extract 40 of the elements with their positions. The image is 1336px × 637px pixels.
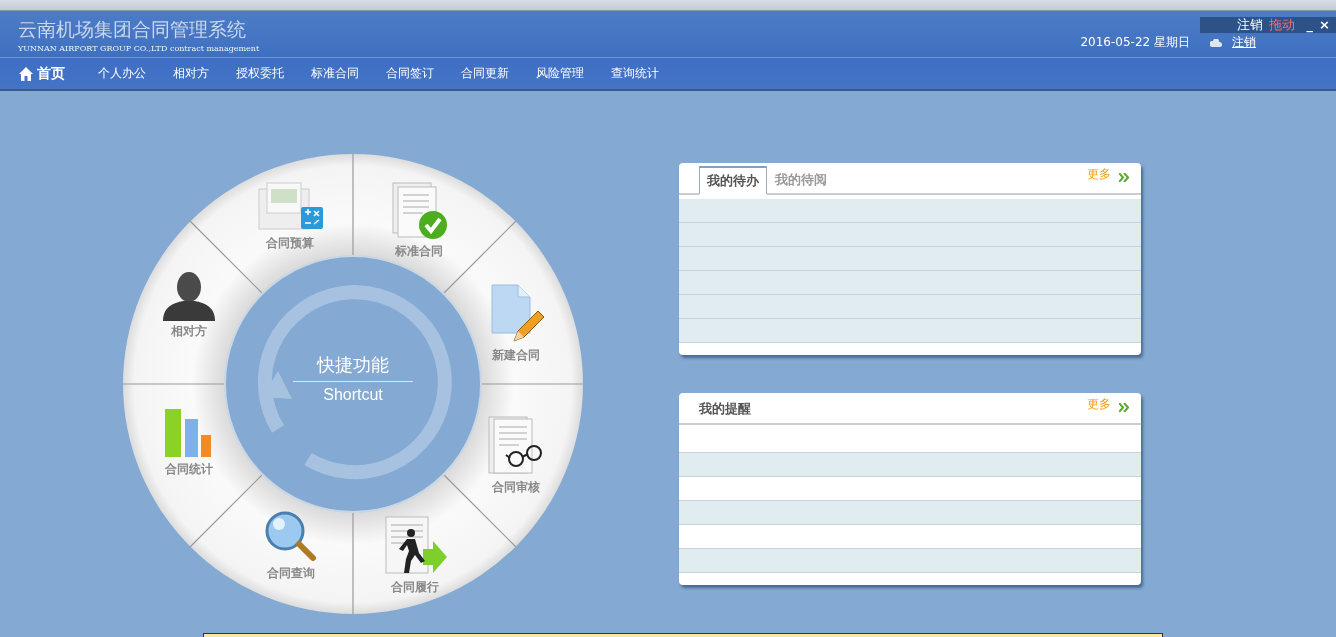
shortcut-label[interactable]: 新建合同 xyxy=(492,347,540,364)
shortcut-subtitle: Shortcut xyxy=(323,386,383,404)
nav-tab[interactable]: 合同更新 xyxy=(461,65,509,82)
shortcut-label[interactable]: 合同履行 xyxy=(391,579,439,596)
shortcut-title: 快捷功能 xyxy=(293,353,413,382)
nav-tab[interactable]: 合同签订 xyxy=(386,65,434,82)
shortcut-label[interactable]: 标准合同 xyxy=(395,243,443,260)
drag-handle[interactable]: 拖动 xyxy=(1268,17,1295,33)
document-pencil-icon xyxy=(488,283,544,345)
panel-tab[interactable]: 我的待阅 xyxy=(767,166,835,195)
shortcut-label[interactable]: 合同查询 xyxy=(267,565,315,582)
panel-title: 我的提醒 xyxy=(699,400,752,418)
document-walking-person-icon xyxy=(383,515,447,577)
double-chevron-icon xyxy=(1119,173,1129,182)
close-button[interactable]: × xyxy=(1319,17,1330,33)
nav-tab[interactable]: 授权委托 xyxy=(236,65,284,82)
shortcut-label[interactable]: 相对方 xyxy=(171,323,207,340)
nav-tab[interactable]: 首页 xyxy=(37,64,65,83)
home-icon xyxy=(19,66,33,81)
logout-link[interactable]: 注销 xyxy=(1232,34,1256,51)
system-title: 云南机场集团合同管理系统 xyxy=(18,17,247,41)
nav-tab[interactable]: 查询统计 xyxy=(611,65,659,82)
logout-text[interactable]: 注销 xyxy=(1236,17,1263,33)
nav-tab[interactable]: 相对方 xyxy=(173,65,209,82)
magnifier-icon xyxy=(263,511,319,563)
nav-tab[interactable]: 标准合同 xyxy=(311,65,359,82)
cloud-icon xyxy=(1210,38,1222,47)
nav-tab[interactable]: 风险管理 xyxy=(536,65,584,82)
minimize-button[interactable]: _ xyxy=(1306,17,1314,33)
nav-tab[interactable]: 个人办公 xyxy=(98,65,146,82)
date-text: 2016-05-22 星期日 xyxy=(1080,34,1190,51)
calculator-document-icon xyxy=(257,181,323,233)
person-silhouette-icon xyxy=(161,271,217,321)
shortcut-label[interactable]: 合同统计 xyxy=(165,461,213,478)
panel-tab[interactable]: 我的待办 xyxy=(699,166,767,195)
document-checkmark-icon xyxy=(389,181,449,241)
system-subtitle: YUNNAN AIRPORT GROUP CO.,LTD contract management xyxy=(18,44,260,53)
shortcut-label[interactable]: 合同审核 xyxy=(492,479,540,496)
shortcut-label[interactable]: 合同预算 xyxy=(266,235,314,252)
double-chevron-icon xyxy=(1119,403,1129,412)
